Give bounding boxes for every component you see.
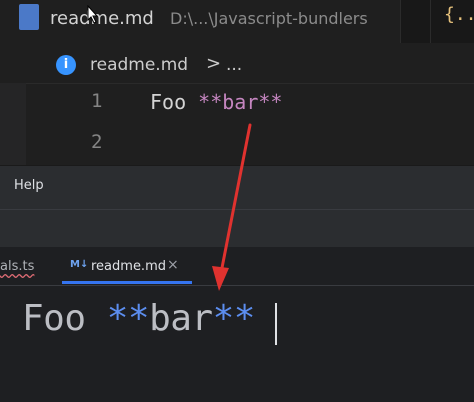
bold-mark-close: ** (212, 298, 256, 339)
line-number: 2 (91, 131, 103, 153)
json-braces-icon: {... (444, 4, 474, 25)
tab-path: D:\...\Javascript-bundlers (170, 9, 368, 28)
markdown-icon: M↓ (70, 259, 89, 270)
line-number: 1 (91, 90, 103, 112)
tab-readme-md[interactable]: readme.md (91, 259, 166, 274)
text-caret (275, 303, 277, 345)
breadcrumb-file[interactable]: readme.md (90, 55, 188, 75)
chevron-right-icon: > (206, 53, 222, 74)
breadcrumb-more[interactable]: ... (226, 55, 242, 75)
code-bold-markup: **bar** (198, 90, 283, 114)
code-line-1[interactable]: Foo **bar** (150, 90, 282, 114)
close-icon[interactable]: × (167, 257, 179, 273)
tab-title[interactable]: readme.md (50, 8, 154, 29)
active-tab-indicator (62, 281, 192, 284)
bold-word: bar (149, 298, 213, 339)
menu-item-help[interactable]: Help (14, 178, 44, 193)
code-text: Foo (150, 90, 199, 114)
info-icon: i (56, 55, 76, 75)
code-text: Foo (22, 298, 107, 339)
tab-als-ts[interactable]: als.ts (0, 259, 34, 274)
activity-bar (0, 83, 26, 165)
mouse-pointer-icon (87, 5, 99, 24)
markdown-icon (19, 4, 39, 30)
bold-mark-open: ** (106, 298, 150, 339)
menu-bar (0, 165, 474, 210)
code-line[interactable]: Foo **bar** (22, 298, 255, 339)
toolbar (0, 209, 474, 248)
